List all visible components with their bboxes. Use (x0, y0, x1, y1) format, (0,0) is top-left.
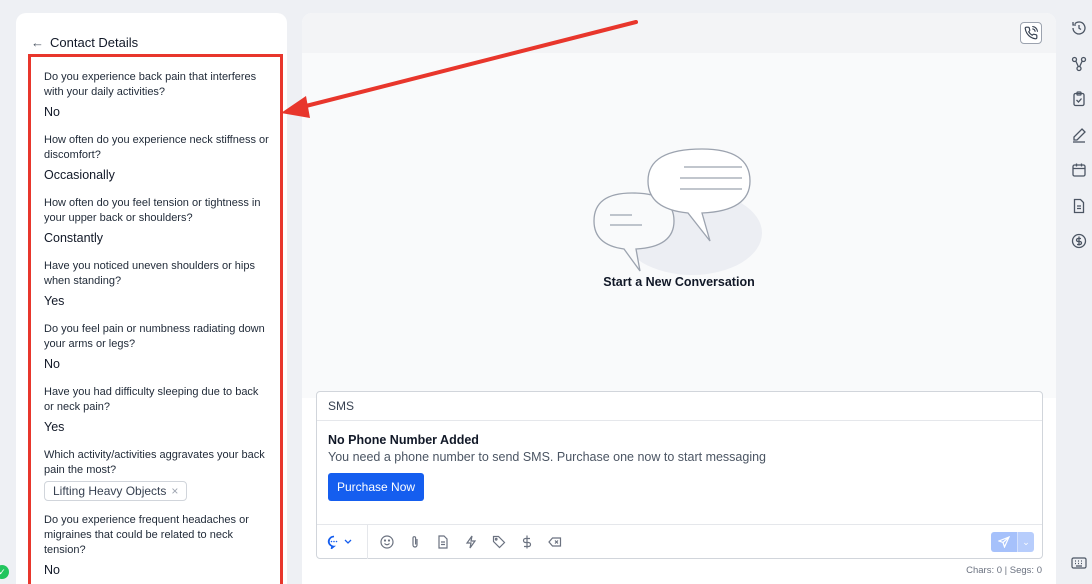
char-count: Chars: 0 | Segs: 0 (966, 565, 1042, 576)
sms-tab[interactable]: SMS (317, 392, 1042, 421)
answer-value[interactable]: No (44, 355, 269, 373)
question-label: Which activity/activities aggravates you… (44, 449, 265, 476)
clear-icon[interactable] (548, 535, 562, 549)
answer-value[interactable]: No (44, 561, 269, 579)
send-options-chevron-icon[interactable]: ⌄ (1017, 532, 1034, 552)
tag-icon[interactable] (492, 535, 506, 549)
message-composer: SMS No Phone Number Added You need a pho… (316, 391, 1043, 559)
question-label: Do you experience frequent headaches or … (44, 514, 249, 556)
status-dot-icon[interactable]: ✓ (0, 565, 9, 579)
chip-label: Lifting Heavy Objects (53, 484, 167, 498)
pen-icon[interactable] (1068, 124, 1090, 146)
conversation-empty-state: Start a New Conversation (302, 53, 1056, 398)
calendar-icon[interactable] (1068, 159, 1090, 181)
notice-title: No Phone Number Added (328, 433, 479, 447)
panel-header: ← Contact Details (31, 35, 138, 50)
contact-details-panel: ← Contact Details Do you experience back… (16, 13, 287, 584)
attachment-icon[interactable] (408, 535, 422, 549)
question-label: Do you feel pain or numbness radiating d… (44, 323, 265, 350)
toolbar-divider (367, 524, 368, 559)
document-icon[interactable] (1068, 195, 1090, 217)
notice-text: You need a phone number to send SMS. Pur… (328, 450, 767, 464)
question-list: Do you experience back pain that interfe… (44, 70, 269, 584)
emoji-icon[interactable] (380, 534, 394, 549)
send-icon (998, 536, 1010, 548)
right-rail (1068, 17, 1092, 266)
chat-bubbles-illustration (593, 148, 762, 275)
question-item: Have you had difficulty sleeping due to … (44, 385, 269, 436)
answer-value[interactable]: Yes (44, 418, 269, 436)
template-icon[interactable] (436, 534, 450, 549)
question-item: How often do you feel tension or tightne… (44, 196, 269, 247)
answer-value[interactable]: Constantly (44, 229, 269, 247)
workflow-icon[interactable] (1068, 53, 1090, 75)
phone-call-icon (1024, 26, 1038, 40)
question-label: Do you experience back pain that interfe… (44, 71, 257, 98)
answer-value[interactable]: Yes (44, 292, 269, 310)
no-number-notice: No Phone Number Added You need a phone n… (317, 421, 1042, 501)
dollar-icon[interactable] (520, 535, 534, 549)
highlight-box: Do you experience back pain that interfe… (28, 54, 283, 584)
question-label: How often do you feel tension or tightne… (44, 197, 261, 224)
panel-title: Contact Details (50, 35, 139, 50)
purchase-now-button[interactable]: Purchase Now (328, 473, 425, 501)
question-item: Have you noticed uneven shoulders or hip… (44, 259, 269, 310)
question-label: Have you noticed uneven shoulders or hip… (44, 260, 255, 287)
history-icon[interactable] (1068, 17, 1090, 39)
activity-chip[interactable]: Lifting Heavy Objects × (44, 481, 188, 501)
question-item: Which activity/activities aggravates you… (44, 448, 269, 501)
lightning-icon[interactable] (464, 535, 478, 549)
send-button-group: ⌄ (991, 532, 1034, 552)
dollar-circle-icon[interactable] (1068, 230, 1090, 252)
send-button[interactable] (991, 532, 1017, 552)
empty-state-title: Start a New Conversation (603, 275, 755, 289)
call-button[interactable] (1020, 22, 1042, 44)
answer-value[interactable]: No (44, 103, 269, 121)
composer-toolbar: ⌄ (317, 524, 1042, 559)
conversation-header (302, 13, 1056, 53)
question-label: Have you had difficulty sleeping due to … (44, 386, 259, 413)
chip-remove-icon[interactable]: × (171, 484, 178, 498)
chat-icon[interactable] (327, 535, 353, 549)
conversation-panel: Start a New Conversation SMS No Phone Nu… (302, 13, 1056, 584)
back-arrow-icon[interactable]: ← (31, 36, 44, 49)
answer-value[interactable]: Occasionally (44, 166, 269, 184)
question-item: Do you experience frequent headaches or … (44, 513, 269, 579)
question-item: Do you feel pain or numbness radiating d… (44, 322, 269, 373)
clipboard-icon[interactable] (1068, 88, 1090, 110)
keyboard-icon[interactable] (1071, 556, 1087, 574)
question-item: Do you experience back pain that interfe… (44, 70, 269, 121)
question-item: How often do you experience neck stiffne… (44, 133, 269, 184)
question-label: How often do you experience neck stiffne… (44, 134, 269, 161)
